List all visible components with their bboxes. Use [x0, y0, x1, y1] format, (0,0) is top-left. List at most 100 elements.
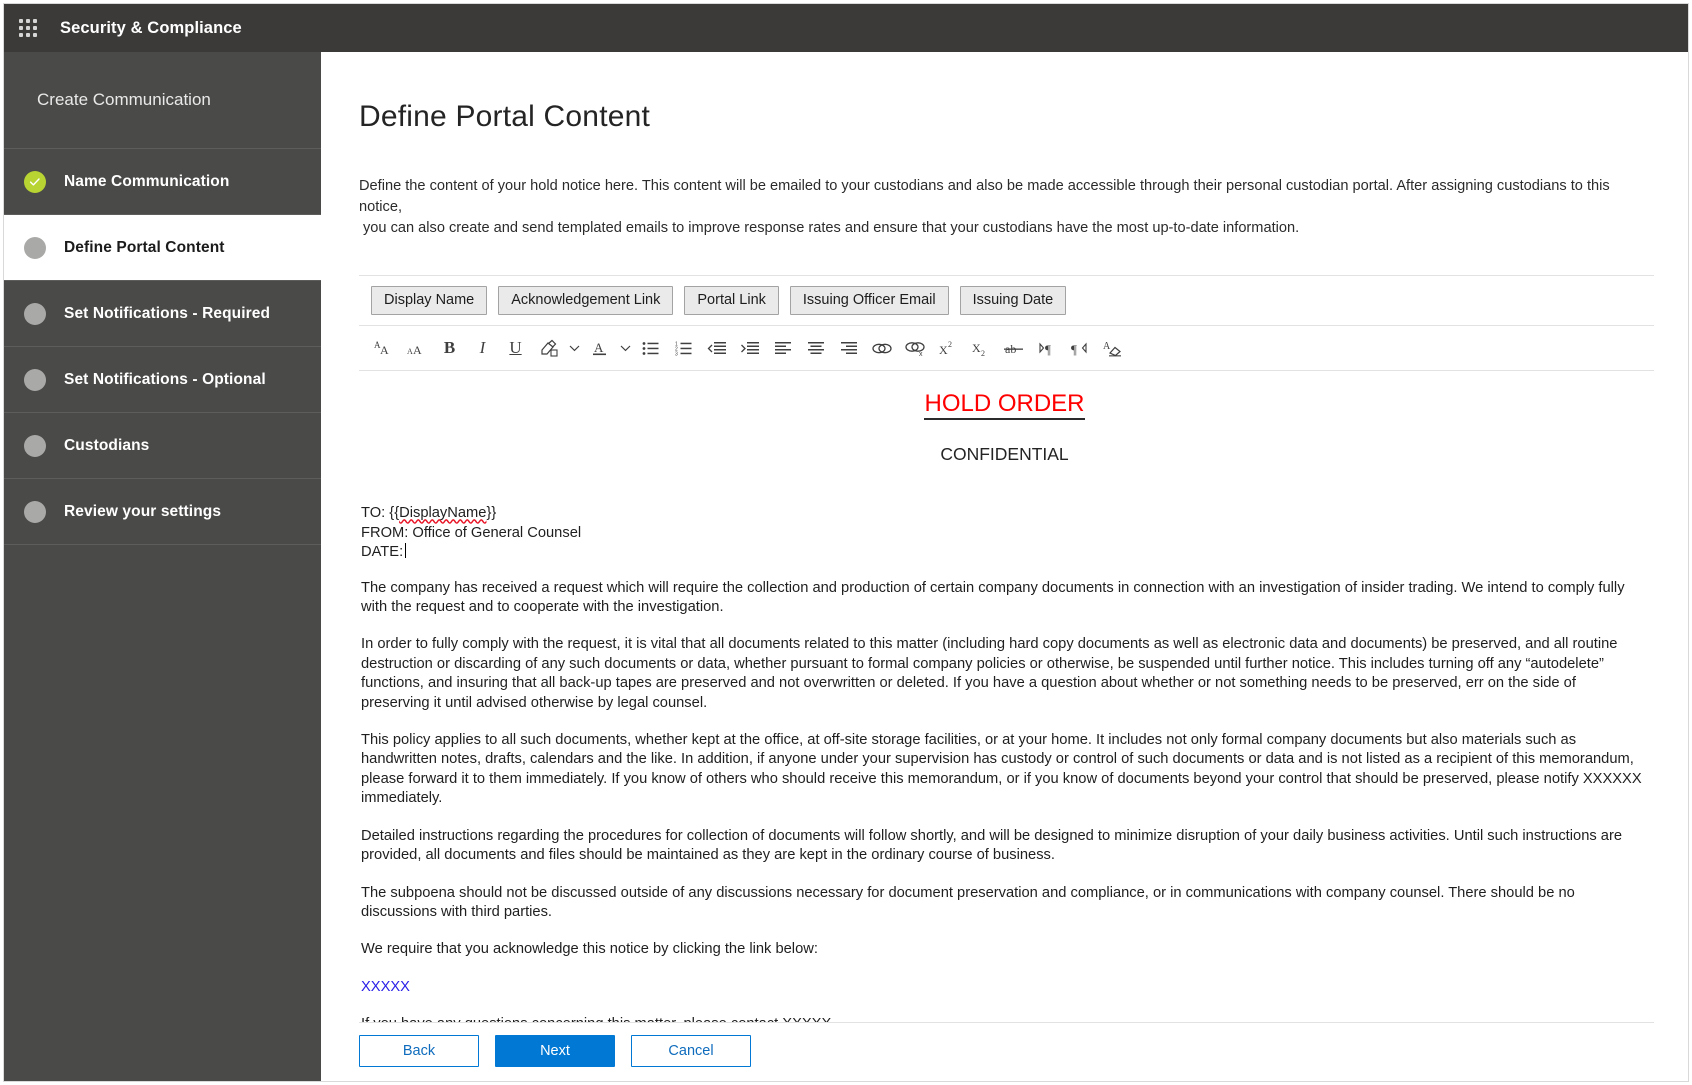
cancel-button[interactable]: Cancel [631, 1035, 751, 1067]
subscript-icon[interactable]: X 2 [964, 331, 997, 365]
sidebar-item-custodians[interactable]: Custodians [4, 413, 321, 479]
highlight-color-icon[interactable] [532, 331, 565, 365]
suite-title: Security & Compliance [60, 19, 242, 38]
document-date-line: DATE: [361, 543, 1648, 562]
document-heading-text: HOLD ORDER [924, 390, 1084, 420]
svg-text:2: 2 [981, 349, 985, 357]
wizard-sidebar: Create Communication Name Communication … [4, 52, 321, 1081]
underline-icon[interactable]: U [499, 331, 532, 365]
bulleted-list-icon[interactable] [634, 331, 667, 365]
to-prefix: TO: {{ [361, 505, 399, 521]
to-token: DisplayName [399, 505, 486, 521]
to-suffix: }} [486, 505, 496, 521]
check-circle-icon [24, 171, 46, 193]
svg-text:X: X [972, 341, 981, 355]
step-bullet-icon [24, 369, 46, 391]
step-bullet-icon [24, 501, 46, 523]
sidebar-item-define-portal-content[interactable]: Define Portal Content [4, 215, 321, 281]
document-meta-block: TO: {{DisplayName}} FROM: Office of Gene… [361, 504, 1648, 562]
svg-text:A: A [1103, 341, 1111, 352]
svg-text:A: A [380, 343, 389, 357]
document-paragraph: The subpoena should not be discussed out… [361, 884, 1648, 923]
document-paragraph: The company has received a request which… [361, 579, 1648, 618]
date-label: DATE: [361, 544, 403, 560]
document-paragraph: In order to fully comply with the reques… [361, 635, 1648, 713]
sidebar-item-label: Define Portal Content [64, 239, 225, 257]
rtl-paragraph-icon[interactable]: ¶ [1063, 331, 1096, 365]
insert-link-icon[interactable] [865, 331, 898, 365]
shrink-font-icon[interactable]: AA [400, 331, 433, 365]
step-bullet-icon [24, 435, 46, 457]
svg-text:¶: ¶ [1071, 342, 1077, 357]
suite-header: Security & Compliance [4, 4, 1688, 52]
svg-text:3: 3 [675, 351, 678, 356]
token-portal-link-button[interactable]: Portal Link [684, 286, 779, 315]
font-color-chevron-down-icon[interactable] [616, 331, 634, 365]
sidebar-item-label: Review your settings [64, 503, 221, 521]
sidebar-item-label: Custodians [64, 437, 149, 455]
page-description-line2: you can also create and send templated e… [359, 218, 1627, 239]
acknowledgement-link[interactable]: XXXXX [361, 978, 1648, 997]
numbered-list-icon[interactable]: 1 2 3 [667, 331, 700, 365]
sidebar-header: Create Communication [4, 52, 321, 149]
page-title: Define Portal Content [359, 100, 1664, 134]
document-paragraph: We require that you acknowledge this not… [361, 940, 1648, 959]
page-description: Define the content of your hold notice h… [359, 176, 1627, 239]
grow-font-icon[interactable]: AA [367, 331, 400, 365]
token-display-name-button[interactable]: Display Name [371, 286, 487, 315]
main-content: Define Portal Content Define the content… [321, 52, 1688, 1081]
font-color-icon[interactable]: A [583, 331, 616, 365]
next-button[interactable]: Next [495, 1035, 615, 1067]
token-toolbar: Display Name Acknowledgement Link Portal… [359, 276, 1654, 325]
document-paragraph: Detailed instructions regarding the proc… [361, 827, 1648, 866]
step-bullet-icon [24, 237, 46, 259]
rich-text-editor: Display Name Acknowledgement Link Portal… [359, 275, 1654, 1023]
remove-link-icon[interactable]: x [898, 331, 931, 365]
svg-text:X: X [939, 343, 948, 357]
sidebar-item-review-your-settings[interactable]: Review your settings [4, 479, 321, 545]
app-launcher-icon[interactable] [4, 4, 52, 52]
wizard-footer: Back Next Cancel [321, 1023, 1688, 1081]
step-bullet-icon [24, 303, 46, 325]
page-description-line1: Define the content of your hold notice h… [359, 178, 1610, 215]
token-issuing-officer-email-button[interactable]: Issuing Officer Email [790, 286, 949, 315]
ltr-paragraph-icon[interactable]: ¶ [1030, 331, 1063, 365]
decrease-indent-icon[interactable] [700, 331, 733, 365]
app-window: Security & Compliance Create Communicati… [3, 3, 1689, 1082]
document-heading: HOLD ORDER [361, 389, 1648, 419]
formatting-toolbar: AA AA B I U [359, 325, 1654, 371]
align-right-icon[interactable] [832, 331, 865, 365]
svg-text:A: A [594, 340, 604, 355]
sidebar-item-label: Set Notifications - Optional [64, 371, 266, 389]
document-from-line: FROM: Office of General Counsel [361, 524, 1648, 543]
sidebar-item-label: Name Communication [64, 173, 229, 191]
svg-text:2: 2 [948, 340, 952, 349]
increase-indent-icon[interactable] [733, 331, 766, 365]
text-cursor [405, 543, 406, 558]
highlight-chevron-down-icon[interactable] [565, 331, 583, 365]
align-center-icon[interactable] [799, 331, 832, 365]
hold-notice-document[interactable]: HOLD ORDER CONFIDENTIAL TO: {{DisplayNam… [359, 371, 1654, 1022]
token-issuing-date-button[interactable]: Issuing Date [960, 286, 1067, 315]
sidebar-item-set-notifications-optional[interactable]: Set Notifications - Optional [4, 347, 321, 413]
document-subheading: CONFIDENTIAL [361, 445, 1648, 464]
bold-icon[interactable]: B [433, 331, 466, 365]
svg-text:x: x [919, 351, 923, 356]
main-inner: Define Portal Content Define the content… [321, 52, 1688, 1023]
svg-text:¶: ¶ [1045, 342, 1051, 357]
sidebar-item-set-notifications-required[interactable]: Set Notifications - Required [4, 281, 321, 347]
body-split: Create Communication Name Communication … [4, 52, 1688, 1081]
superscript-icon[interactable]: X 2 [931, 331, 964, 365]
clear-formatting-icon[interactable]: A [1096, 331, 1129, 365]
sidebar-filler [4, 545, 321, 1081]
back-button[interactable]: Back [359, 1035, 479, 1067]
token-acknowledgement-link-button[interactable]: Acknowledgement Link [498, 286, 673, 315]
sidebar-item-label: Set Notifications - Required [64, 305, 270, 323]
align-left-icon[interactable] [766, 331, 799, 365]
strikethrough-icon[interactable]: ab [997, 331, 1030, 365]
svg-text:A: A [413, 343, 422, 357]
sidebar-item-name-communication[interactable]: Name Communication [4, 149, 321, 215]
app-launcher-grid [19, 19, 37, 37]
document-to-line: TO: {{DisplayName}} [361, 504, 1648, 523]
italic-icon[interactable]: I [466, 331, 499, 365]
